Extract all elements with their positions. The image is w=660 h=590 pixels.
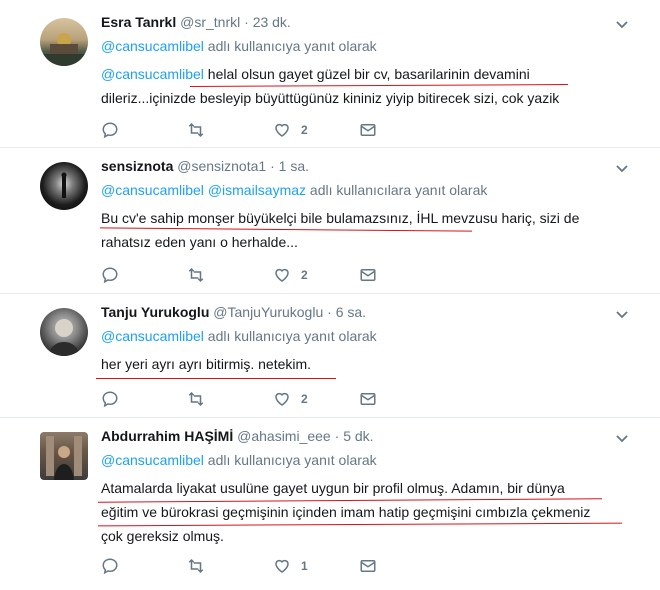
tweet-text-line: her yeri ayrı ayrı bitirmiş. netekim. (101, 356, 312, 372)
separator-dot: · (244, 14, 249, 30)
tweet-text: her yeri ayrı ayrı bitirmiş. netekim. (101, 352, 630, 376)
mention-link[interactable]: @cansucamlibel (101, 66, 204, 82)
dm-icon (360, 269, 376, 281)
tweet-text-line: helal olsun gayet güzel bir cv, basarila… (203, 66, 530, 82)
retweet-button[interactable] (187, 557, 273, 575)
timestamp[interactable]: 6 sa. (336, 304, 366, 320)
tweet-text-line: eğitim ve bürokrasi geçmişinin içinden i… (101, 504, 591, 520)
display-name[interactable]: Abdurrahim HAŞİMİ (101, 428, 233, 444)
like-icon (275, 559, 289, 573)
tweet[interactable]: sensiznota @sensiznota1 · 1 sa. @cansuca… (0, 148, 660, 294)
avatar[interactable] (40, 162, 88, 210)
mention-link[interactable]: @ismailsaymaz (208, 182, 306, 198)
mention-link[interactable]: @cansucamlibel (101, 38, 204, 54)
reply-context-label: adlı kullanıcılara yanıt olarak (306, 182, 488, 198)
caret-down-icon[interactable] (614, 16, 630, 32)
dm-icon (360, 560, 376, 572)
like-icon (275, 392, 289, 406)
separator-dot: · (334, 428, 340, 444)
like-count: 2 (301, 268, 308, 282)
mention-link[interactable]: @cansucamlibel (101, 452, 204, 468)
tweet-header: Abdurrahim HAŞİMİ @ahasimi_eee · 5 dk. (101, 426, 630, 446)
timestamp[interactable]: 5 dk. (343, 428, 373, 444)
user-handle[interactable]: @ahasimi_eee (237, 428, 331, 444)
reply-context-label: adlı kullanıcıya yanıt olarak (203, 452, 377, 468)
dm-icon (360, 393, 376, 405)
retweet-button[interactable] (187, 390, 273, 408)
tweet-text-line: rahatsız eden yanı o herhalde... (101, 234, 298, 250)
caret-down-icon[interactable] (614, 306, 630, 322)
user-handle[interactable]: @TanjuYurukoglu (213, 304, 323, 320)
separator-dot: · (270, 158, 275, 174)
tweet-text-line: Atamalarda liyakat usulüne gayet uygun b… (101, 480, 565, 496)
like-button[interactable]: 2 (273, 266, 359, 284)
tweet-text: Atamalarda liyakat usulüne gayet uygun b… (101, 476, 630, 548)
like-icon (275, 268, 289, 282)
reply-icon (102, 267, 118, 284)
reply-button[interactable] (101, 121, 187, 139)
like-count: 2 (301, 123, 308, 137)
like-icon (275, 123, 289, 137)
user-handle[interactable]: @sr_tnrkl (180, 14, 240, 30)
reply-button[interactable] (101, 266, 187, 284)
reply-button[interactable] (101, 390, 187, 408)
dm-button[interactable] (359, 121, 445, 139)
like-button[interactable]: 2 (273, 121, 359, 139)
tweet-text-line: dileriz...içinizde besleyip büyüttügünüz… (101, 90, 560, 106)
tweet-text-line: Bu cv'e sahip monşer büyükelçi bile bula… (101, 210, 580, 226)
reply-context: @cansucamlibel adlı kullanıcıya yanıt ol… (101, 450, 630, 470)
dm-icon (360, 124, 376, 136)
tweet[interactable]: Tanju Yurukoglu @TanjuYurukoglu · 6 sa. … (0, 294, 660, 418)
dm-button[interactable] (359, 390, 445, 408)
caret-down-icon[interactable] (614, 430, 630, 446)
retweet-button[interactable] (187, 121, 273, 139)
retweet-icon (188, 267, 204, 283)
tweet[interactable]: Abdurrahim HAŞİMİ @ahasimi_eee · 5 dk. @… (0, 418, 660, 590)
tweet-header: sensiznota @sensiznota1 · 1 sa. (101, 156, 630, 176)
like-button[interactable]: 2 (273, 390, 359, 408)
reply-context-label: adlı kullanıcıya yanıt olarak (203, 328, 377, 344)
reply-icon (102, 391, 118, 408)
avatar[interactable] (40, 432, 88, 480)
dm-button[interactable] (359, 266, 445, 284)
retweet-icon (188, 122, 204, 138)
like-count: 1 (301, 559, 308, 573)
avatar[interactable] (40, 18, 88, 66)
reply-icon (102, 122, 118, 139)
tweet[interactable]: Esra Tanrkl @sr_tnrkl · 23 dk. @cansucam… (0, 0, 660, 148)
dm-button[interactable] (359, 557, 445, 575)
retweet-icon (188, 558, 204, 574)
reply-button[interactable] (101, 557, 187, 575)
like-count: 2 (301, 392, 308, 406)
tweet-header: Esra Tanrkl @sr_tnrkl · 23 dk. (101, 12, 630, 32)
mention-link[interactable]: @cansucamlibel (101, 328, 204, 344)
display-name[interactable]: sensiznota (101, 158, 173, 174)
reply-icon (102, 558, 118, 575)
reply-context: @cansucamlibel @ismailsaymaz adlı kullan… (101, 180, 630, 200)
display-name[interactable]: Tanju Yurukoglu (101, 304, 209, 320)
reply-context: @cansucamlibel adlı kullanıcıya yanıt ol… (101, 326, 630, 346)
reply-context: @cansucamlibel adlı kullanıcıya yanıt ol… (101, 36, 630, 56)
timestamp[interactable]: 1 sa. (279, 158, 309, 174)
separator-dot: · (327, 304, 332, 320)
avatar[interactable] (40, 308, 88, 356)
display-name[interactable]: Esra Tanrkl (101, 14, 176, 30)
like-button[interactable]: 1 (273, 557, 359, 575)
tweet-header: Tanju Yurukoglu @TanjuYurukoglu · 6 sa. (101, 302, 630, 322)
retweet-button[interactable] (187, 266, 273, 284)
reply-context-label: adlı kullanıcıya yanıt olarak (203, 38, 377, 54)
user-handle[interactable]: @sensiznota1 (177, 158, 266, 174)
tweet-text-line: çok gereksiz olmuş. (101, 528, 224, 544)
timestamp[interactable]: 23 dk. (253, 14, 291, 30)
red-underline (96, 378, 336, 379)
retweet-icon (188, 391, 204, 407)
caret-down-icon[interactable] (614, 160, 630, 176)
mention-link[interactable]: @cansucamlibel (101, 182, 204, 198)
